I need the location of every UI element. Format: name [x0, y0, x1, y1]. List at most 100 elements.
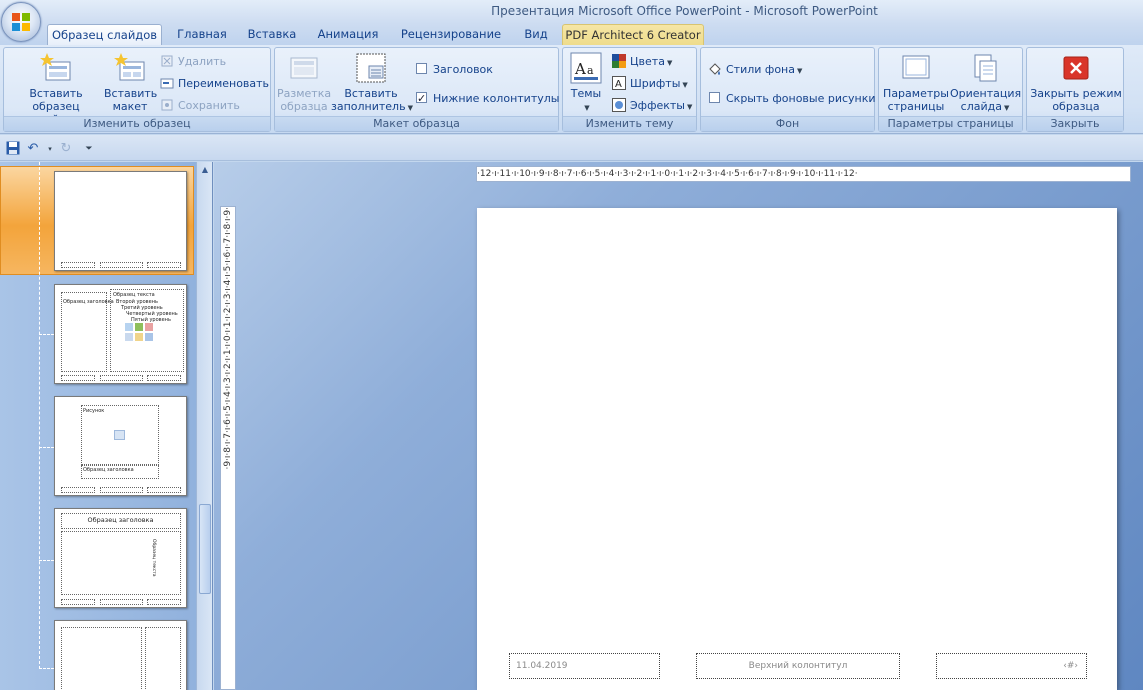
insert-placeholder-label-2: заполнитель — [331, 100, 406, 113]
page-setup-label-1: Параметры — [883, 87, 949, 100]
preserve-icon — [160, 98, 174, 112]
delete-button[interactable]: Удалить — [160, 52, 226, 72]
rename-icon — [160, 76, 174, 90]
redo-icon[interactable]: ↻ — [58, 141, 74, 157]
slide-orientation-label-2: слайда — [960, 100, 1002, 113]
master-layout-button[interactable]: Разметка образца — [277, 52, 331, 113]
slide-orientation-button[interactable]: Ориентация слайда ▼ — [950, 52, 1022, 115]
colors-label: Цвета — [630, 55, 665, 68]
tab-view[interactable]: Вид — [514, 24, 558, 45]
insert-slide-master-label-1: Вставить — [29, 87, 83, 100]
group-edit-theme: Aa Темы ▼ Цвета ▼ A Шрифты ▼ Эффекты ▼ Измен… — [562, 47, 697, 132]
slide-thumbnail-2[interactable]: Образец заголовка Образец текста Второй … — [54, 284, 187, 384]
group-background: Стили фона▼ Скрыть фоновые рисунки ↘ Фон — [700, 47, 876, 132]
tab-slide-master[interactable]: Образец слайдов — [47, 24, 162, 45]
page-setup-icon — [900, 52, 932, 84]
svg-text:A: A — [574, 60, 586, 78]
chevron-down-icon: ▼ — [687, 103, 693, 111]
thumb-title-placeholder — [145, 627, 181, 690]
title-checkbox[interactable]: Заголовок — [416, 60, 493, 80]
close-master-view-label-2: образца — [1052, 100, 1100, 113]
chevron-down-icon: ▼ — [796, 67, 803, 75]
thumb-title-text: Образец заголовка — [87, 516, 154, 524]
chevron-down-icon: ▼ — [1003, 104, 1010, 112]
thumb-footer-placeholder — [147, 262, 181, 268]
vertical-ruler: ·9·ı·8·ı·7·ı·6·ı·5·ı·4·ı·3·ı·2·ı·1·ı·0·ı… — [220, 206, 236, 690]
tab-insert[interactable]: Вставка — [240, 24, 304, 45]
save-icon[interactable] — [5, 141, 21, 157]
thumbnails-scrollbar[interactable]: ▲ — [196, 162, 212, 690]
background-styles-button[interactable]: Стили фона ▼ — [708, 60, 802, 80]
page-setup-button[interactable]: Параметры страницы — [882, 52, 950, 113]
effects-button[interactable]: Эффекты ▼ — [612, 96, 692, 116]
group-label-edit-master: Изменить образец — [4, 116, 270, 131]
office-logo-icon — [12, 13, 31, 32]
undo-dropdown-icon[interactable]: ▾ — [42, 141, 58, 157]
thumb-footer-placeholder — [61, 487, 95, 493]
thumb-footer-placeholder — [100, 487, 143, 493]
slide-thumbnail-4[interactable]: Образец заголовка Образец текста — [54, 508, 187, 608]
slide-thumbnail-5[interactable] — [54, 620, 187, 690]
insert-placeholder-button[interactable]: Вставить заполнитель ▼ — [331, 52, 413, 115]
quick-access-toolbar: ↶ ▾ ↻ ⏷ — [0, 135, 1143, 161]
master-layout-icon — [288, 52, 320, 84]
tab-review[interactable]: Рецензирование — [392, 24, 510, 45]
tab-home[interactable]: Главная — [166, 24, 238, 45]
chevron-down-icon: ▼ — [682, 81, 688, 89]
colors-icon — [612, 54, 626, 68]
slide-thumbnails-pane: Образец заголовка Образец текста Второй … — [0, 162, 213, 690]
group-page-setup: Параметры страницы Ориентация слайда ▼ Па… — [878, 47, 1023, 132]
undo-icon[interactable]: ↶ — [25, 141, 41, 157]
themes-button[interactable]: Aa Темы ▼ — [565, 52, 607, 115]
chevron-down-icon: ▼ — [584, 104, 590, 112]
scrollbar-thumb[interactable] — [199, 504, 211, 594]
close-icon — [1060, 52, 1092, 84]
colors-button[interactable]: Цвета ▼ — [612, 52, 672, 72]
thumb-title-text: Образец заголовка — [63, 299, 114, 305]
date-placeholder[interactable]: 11.04.2019 — [509, 653, 660, 679]
customize-toolbar-icon[interactable]: ⏷ — [81, 141, 97, 157]
hide-background-checkbox-box[interactable] — [709, 92, 720, 103]
fonts-button[interactable]: A Шрифты ▼ — [612, 74, 688, 94]
svg-text:A: A — [615, 79, 622, 90]
slide-thumbnail-1[interactable] — [54, 171, 187, 271]
footers-checkbox-box[interactable] — [416, 89, 427, 109]
title-bar: Презентация Microsoft Office PowerPoint … — [0, 0, 1143, 24]
paint-bucket-icon — [708, 62, 722, 76]
slide-canvas[interactable]: 11.04.2019 Верхний колонтитул ‹#› — [477, 208, 1117, 690]
slide-number-placeholder[interactable]: ‹#› — [936, 653, 1087, 679]
thumb-footer-placeholder — [147, 375, 181, 381]
fonts-icon: A — [612, 76, 626, 90]
title-checkbox-box[interactable] — [416, 63, 427, 74]
delete-label: Удалить — [178, 55, 227, 68]
group-label-background: Фон — [701, 116, 874, 131]
ribbon: Вставить образец слайдов Вставить макет … — [0, 45, 1143, 134]
group-label-master-layout: Макет образца — [275, 116, 558, 131]
tree-connector — [39, 447, 54, 448]
insert-slide-master-button[interactable]: Вставить образец слайдов — [8, 52, 104, 126]
slide-orientation-label-1: Ориентация — [950, 87, 1022, 100]
insert-layout-button[interactable]: Вставить макет — [104, 52, 158, 113]
hide-background-checkbox[interactable]: Скрыть фоновые рисунки — [709, 89, 876, 109]
tree-connector — [39, 334, 54, 335]
master-layout-label-1: Разметка — [277, 87, 332, 100]
tab-pdf-architect[interactable]: PDF Architect 6 Creator — [562, 24, 704, 45]
preserve-button[interactable]: Сохранить — [160, 96, 240, 116]
group-master-layout: Разметка образца Вставить заполнитель ▼ З… — [274, 47, 559, 132]
page-setup-label-2: страницы — [887, 100, 945, 113]
fonts-label: Шрифты — [630, 77, 681, 90]
picture-icon — [114, 430, 125, 440]
footers-checkbox[interactable]: Нижние колонтитулы — [416, 89, 559, 109]
tab-animation[interactable]: Анимация — [308, 24, 388, 45]
thumb-footer-placeholder — [61, 375, 95, 381]
effects-label: Эффекты — [630, 99, 685, 112]
insert-layout-label-1: Вставить — [104, 87, 158, 100]
slide-thumbnail-3[interactable]: Рисунок Образец заголовка — [54, 396, 187, 496]
group-edit-master: Вставить образец слайдов Вставить макет … — [3, 47, 271, 132]
close-master-view-button[interactable]: Закрыть режим образца — [1029, 52, 1123, 113]
footer-placeholder[interactable]: Верхний колонтитул — [696, 653, 900, 679]
rename-button[interactable]: Переименовать — [160, 74, 269, 94]
close-master-view-label-1: Закрыть режим — [1030, 87, 1122, 100]
office-button[interactable] — [1, 2, 41, 42]
scroll-up-icon[interactable]: ▲ — [197, 162, 212, 178]
